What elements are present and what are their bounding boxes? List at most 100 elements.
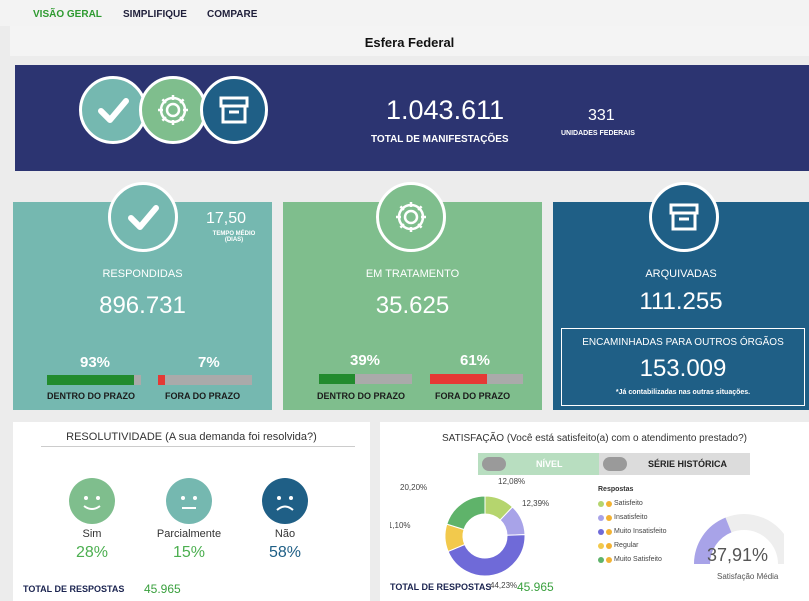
encaminhadas-box: ENCAMINHADAS PARA OUTROS ÓRGÃOS 153.009 … [561, 328, 805, 406]
resolutividade-total-label: TOTAL DE RESPOSTAS [23, 584, 125, 594]
tratamento-value: 35.625 [375, 292, 450, 319]
tratamento-in-time-pct: 39% [350, 352, 381, 369]
donut-label: 11,10% [390, 521, 411, 530]
parcial-pct: 15% [172, 544, 206, 561]
respondidas-value: 896.731 [99, 292, 186, 319]
tratamento-late-bar [430, 374, 523, 384]
tratamento-in-time-bar [319, 374, 412, 384]
encaminhadas-note: *Já contabilizadas nas outras situações. [615, 389, 751, 396]
respondidas-in-time-fill [47, 375, 135, 385]
total-manifestacoes-value: 1.043.611 [386, 95, 505, 125]
unidades-value: 331 [588, 107, 615, 124]
respondidas-card[interactable]: 17,50 TEMPO MÉDIO (DIAS) RESPONDIDAS 896… [13, 182, 272, 410]
emoji-icon [606, 500, 612, 507]
legend-item: Muito Satisfeito [598, 556, 662, 563]
resolutividade-panel: RESOLUTIVIDADE (A sua demanda foi resolv… [13, 422, 370, 601]
tab-serie-label: SÉRIE HISTÓRICA [648, 459, 728, 469]
legend-label: Insatisfeito [614, 514, 648, 521]
respondidas-in-time-label: DENTRO DO PRAZO [47, 391, 136, 401]
emoji-icon [606, 528, 612, 535]
legend-label: Satisfeito [614, 500, 643, 507]
arquivadas-title: ARQUIVADAS [645, 268, 717, 280]
legend-dot [598, 542, 604, 549]
satisfacao-panel: SATISFAÇÃO (Você está satisfeito(a) com … [380, 422, 809, 601]
total-manifestacoes-label: TOTAL DE MANIFESTAÇÕES [371, 134, 509, 145]
legend-label: Regular [614, 542, 639, 549]
tab-simplifique[interactable]: SIMPLIFIQUE [123, 9, 187, 20]
arquivadas-value: 111.255 [639, 288, 723, 315]
respondidas-late-fill [158, 375, 165, 385]
check-icon [79, 76, 147, 144]
smile-icon [69, 478, 115, 524]
satisfacao-total-value: 45.965 [517, 580, 554, 594]
donut-label: 12,39% [522, 499, 549, 508]
parcial-label: Parcialmente [156, 528, 222, 540]
sim-pct: 28% [75, 544, 109, 561]
tratamento-card[interactable]: EM TRATAMENTO 35.625 39% 61% DENTRO DO P… [283, 182, 542, 410]
sphere-header: Esfera Federal [10, 26, 809, 56]
nao-pct: 58% [268, 544, 302, 561]
tratamento-late-label: FORA DO PRAZO [435, 391, 511, 401]
resolutividade-total-value: 45.965 [144, 582, 181, 596]
tratamento-in-time-label: DENTRO DO PRAZO [317, 391, 406, 401]
people-icon [603, 457, 627, 471]
sad-face-icon [262, 478, 308, 524]
respondidas-late-bar [158, 375, 252, 385]
nao-label: Não [274, 528, 296, 540]
respondidas-late-label: FORA DO PRAZO [165, 391, 241, 401]
unidades-label: UNIDADES FEDERAIS [561, 130, 635, 137]
archive-box-icon [649, 182, 719, 252]
respondidas-in-time-pct: 93% [80, 354, 111, 371]
legend-item: Satisfeito [598, 500, 643, 507]
legend-dot [598, 528, 604, 535]
satisfacao-title: SATISFAÇÃO (Você está satisfeito(a) com … [442, 433, 747, 444]
avg-time-label: TEMPO MÉDIO (DIAS) [199, 231, 269, 243]
page-title: Esfera Federal [364, 35, 455, 50]
resolutividade-title: RESOLUTIVIDADE (A sua demanda foi resolv… [66, 431, 317, 443]
respondidas-late-pct: 7% [198, 354, 220, 371]
tratamento-late-pct: 61% [460, 352, 491, 369]
top-nav: VISÃO GERAL SIMPLIFIQUE COMPARE [0, 0, 809, 26]
check-icon [108, 182, 178, 252]
arquivadas-card[interactable]: ARQUIVADAS 111.255 ENCAMINHADAS PARA OUT… [553, 182, 809, 410]
legend-item: Muito Insatisfeito [598, 528, 667, 535]
encaminhadas-value: 153.009 [639, 355, 727, 382]
legend-item: Regular [598, 542, 639, 549]
legend-label: Muito Insatisfeito [614, 528, 667, 535]
legend-item: Insatisfeito [598, 514, 647, 521]
avg-time-value: 17,50 [206, 210, 247, 227]
archive-box-icon [200, 76, 268, 144]
divider [41, 446, 355, 447]
satisfacao-total-label: TOTAL DE RESPOSTAS [390, 582, 492, 592]
tab-compare[interactable]: COMPARE [207, 9, 257, 20]
tratamento-late-fill [430, 374, 487, 384]
emoji-icon [606, 542, 612, 549]
people-icon [482, 457, 506, 471]
tab-serie-historica[interactable]: SÉRIE HISTÓRICA [599, 453, 750, 475]
legend-label: Muito Satisfeito [614, 556, 662, 563]
neutral-face-icon [166, 478, 212, 524]
tratamento-title: EM TRATAMENTO [365, 268, 460, 280]
sim-label: Sim [82, 528, 102, 540]
tab-visao-geral[interactable]: VISÃO GERAL [33, 9, 102, 20]
encaminhadas-title: ENCAMINHADAS PARA OUTROS ÓRGÃOS [582, 337, 784, 348]
gauge-label: Satisfação Média [717, 572, 779, 581]
gear-icon [376, 182, 446, 252]
avg-time-label-2: (DIAS) [224, 237, 244, 243]
gauge-value: 37,91% [707, 545, 769, 565]
donut-slice-muito-satisfeito[interactable] [446, 495, 486, 531]
donut-label: 20,20% [400, 483, 427, 492]
respondidas-in-time-bar [47, 375, 141, 385]
donut-label: 12,08% [498, 478, 525, 486]
gear-icon [139, 76, 207, 144]
donut-label: 44,23% [490, 581, 517, 590]
legend-dot [598, 500, 604, 507]
legend-title: Respostas [598, 486, 634, 493]
legend-dot [598, 514, 604, 521]
emoji-icon [606, 514, 612, 521]
satisfacao-donut-chart: 12,08% 12,39% 44,23% 11,10% 20,20% [390, 478, 549, 590]
tab-nivel[interactable]: NÍVEL [478, 453, 599, 475]
summary-banner: 1.043.611 TOTAL DE MANIFESTAÇÕES 331 UNI… [15, 65, 809, 171]
tab-nivel-label: NÍVEL [536, 459, 563, 469]
legend-dot [598, 556, 604, 563]
